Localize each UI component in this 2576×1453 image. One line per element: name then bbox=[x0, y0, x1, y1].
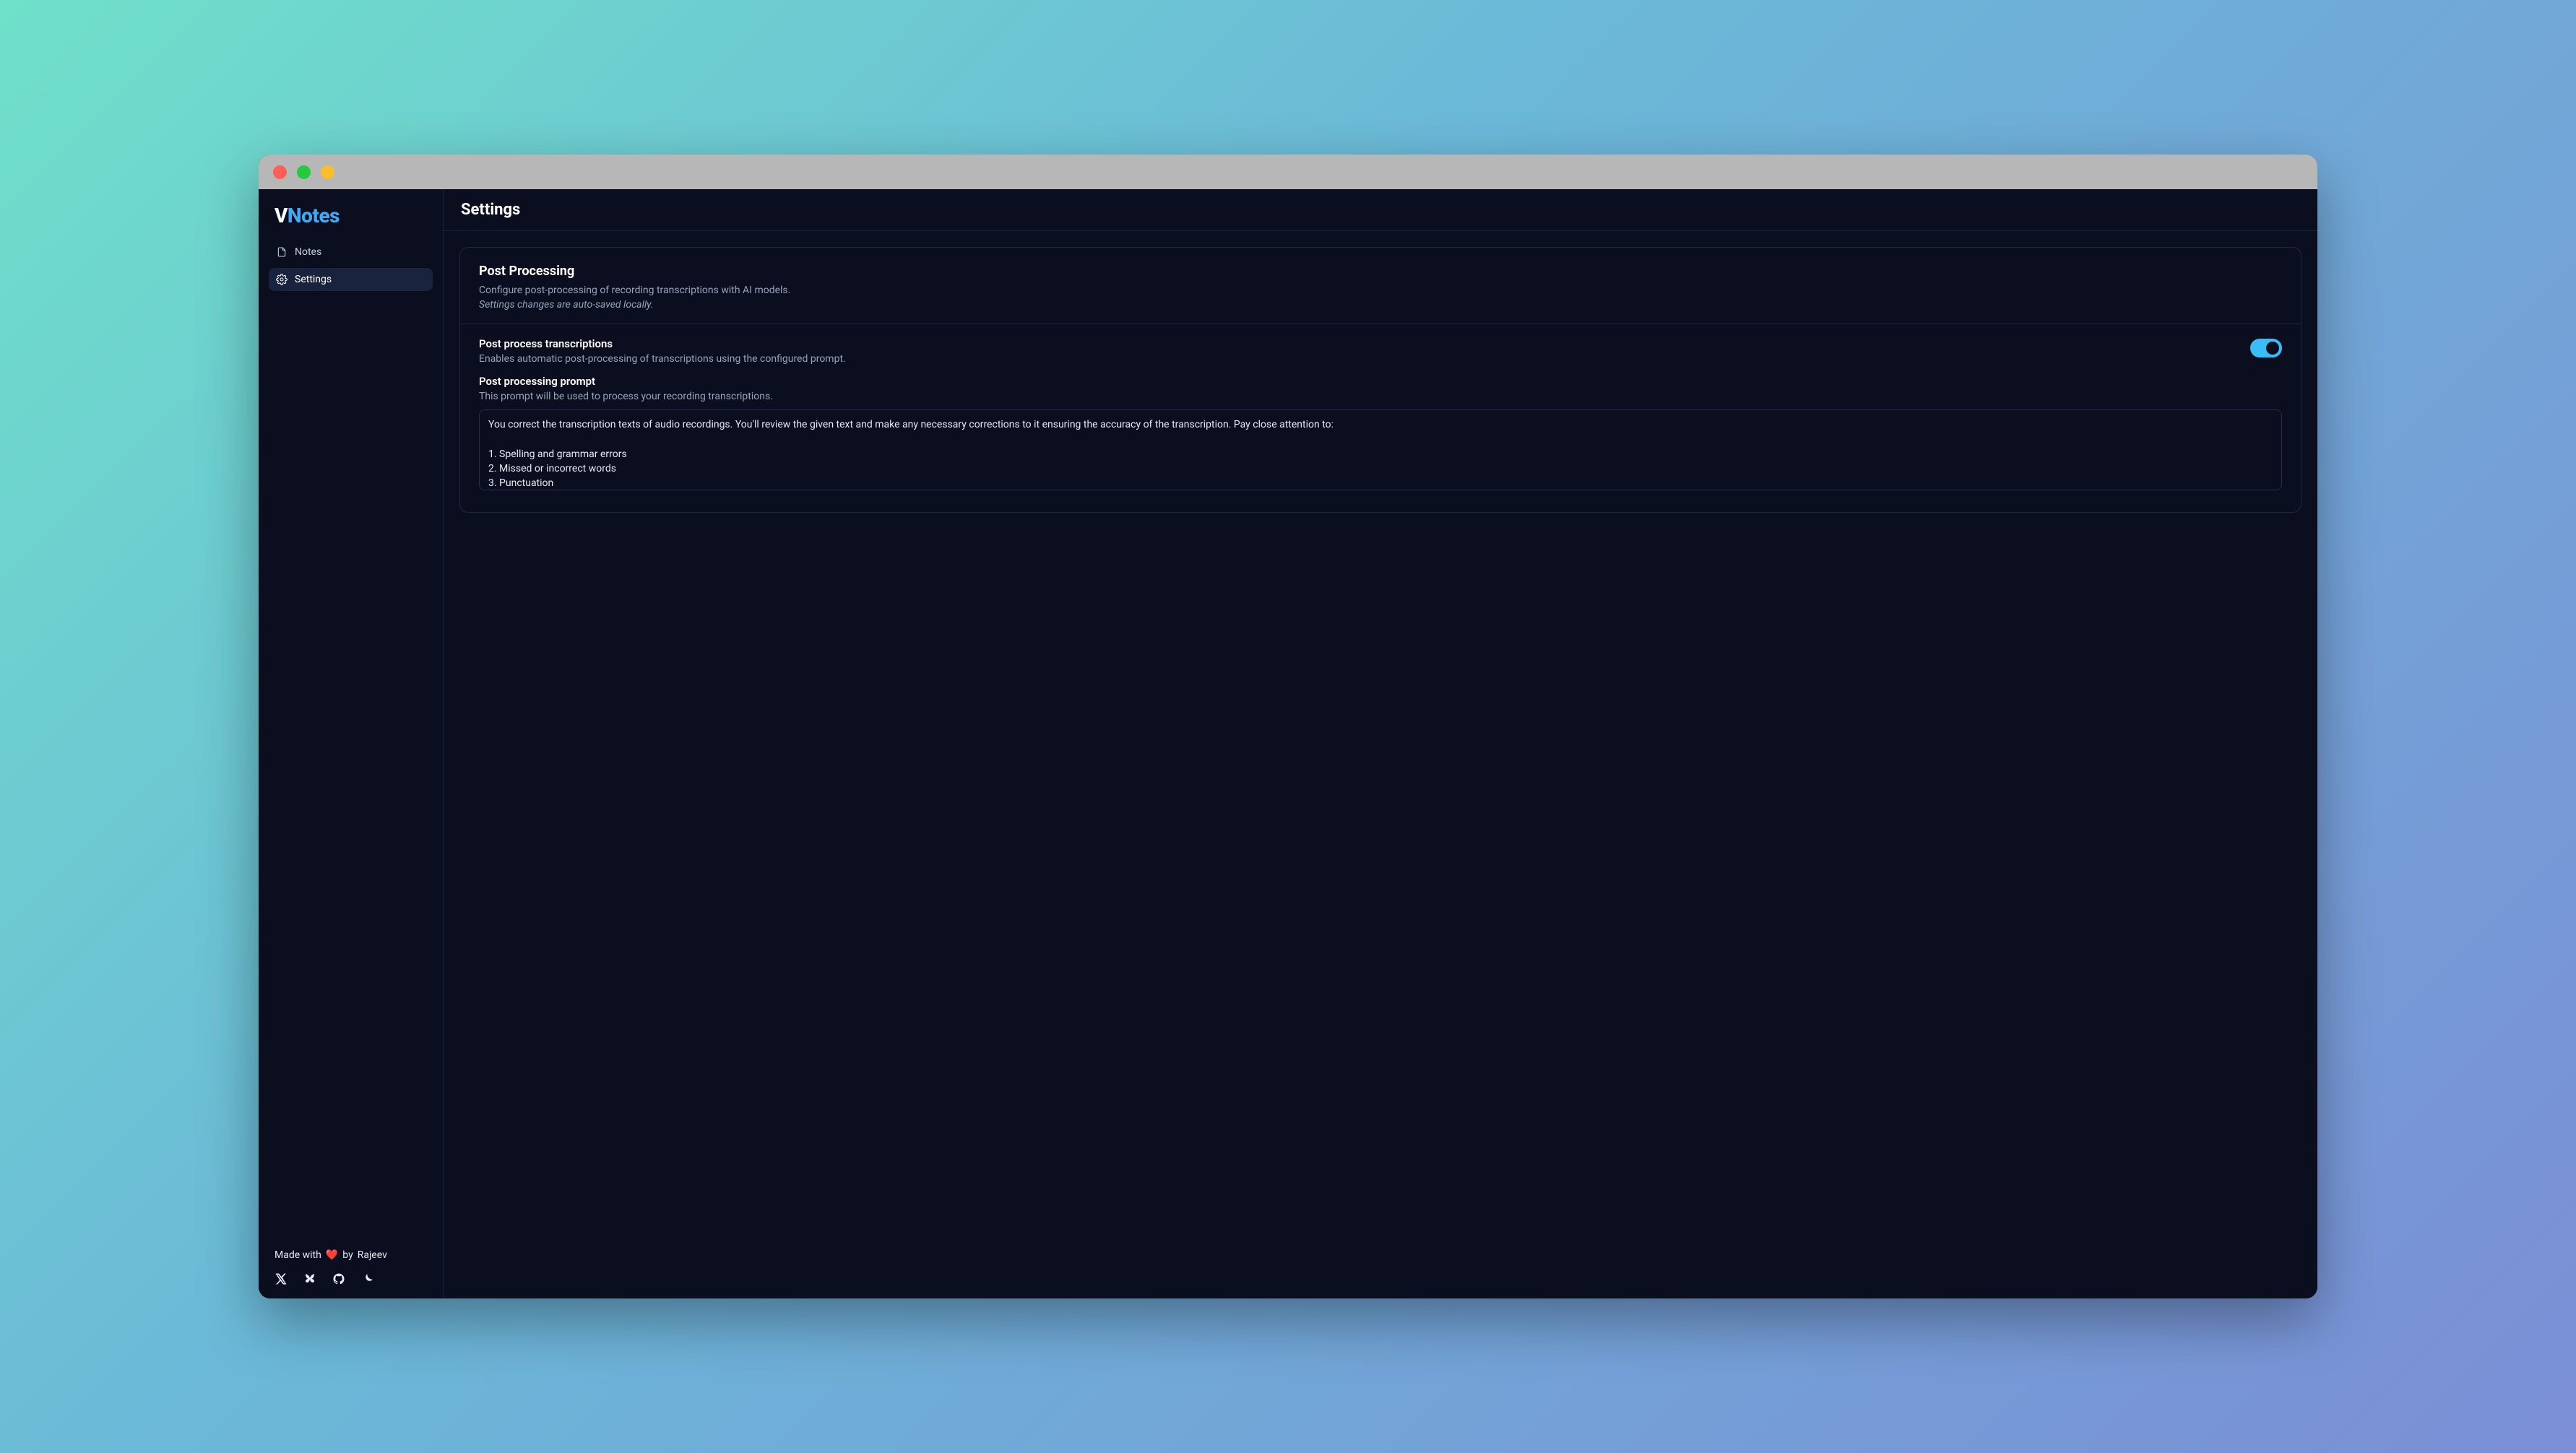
github-icon[interactable] bbox=[332, 1272, 345, 1285]
butterfly-icon[interactable] bbox=[303, 1272, 316, 1285]
card-header: Post Processing Configure post-processin… bbox=[460, 248, 2301, 324]
prompt-textarea[interactable] bbox=[479, 409, 2282, 490]
sidebar-item-notes[interactable]: Notes bbox=[269, 240, 433, 264]
window-close-button[interactable] bbox=[273, 165, 287, 179]
credits-author: Rajeev bbox=[358, 1249, 387, 1261]
window-maximize-button[interactable] bbox=[321, 165, 334, 179]
content-area: Post Processing Configure post-processin… bbox=[444, 231, 2317, 529]
toggle-label: Post process transcriptions bbox=[479, 337, 2233, 350]
social-links bbox=[275, 1272, 427, 1285]
prompt-setting: Post processing prompt This prompt will … bbox=[479, 375, 2282, 493]
main-header: Settings bbox=[444, 189, 2317, 231]
prompt-label: Post processing prompt bbox=[479, 375, 2282, 388]
post-process-toggle[interactable] bbox=[2250, 339, 2282, 357]
document-icon bbox=[276, 246, 288, 258]
app-window: VNotes Notes Settings bbox=[259, 155, 2317, 1298]
post-processing-card: Post Processing Configure post-processin… bbox=[459, 247, 2301, 513]
credits-by: by bbox=[342, 1249, 353, 1261]
credits-prefix: Made with bbox=[275, 1249, 321, 1261]
sidebar-nav: Notes Settings bbox=[269, 240, 433, 291]
app-logo: VNotes bbox=[269, 202, 433, 240]
page-title: Settings bbox=[461, 201, 2300, 219]
card-description: Configure post-processing of recording t… bbox=[479, 285, 2282, 296]
x-icon[interactable] bbox=[275, 1272, 288, 1285]
sidebar-item-settings[interactable]: Settings bbox=[269, 268, 433, 291]
titlebar bbox=[259, 155, 2317, 189]
prompt-sub: This prompt will be used to process your… bbox=[479, 391, 2282, 402]
logo-suffix: Notes bbox=[288, 204, 340, 227]
sidebar: VNotes Notes Settings bbox=[259, 189, 444, 1298]
sidebar-item-label: Notes bbox=[295, 246, 321, 258]
card-body: Post process transcriptions Enables auto… bbox=[460, 324, 2301, 512]
toggle-knob bbox=[2266, 342, 2279, 355]
heart-icon: ❤️ bbox=[326, 1249, 338, 1261]
toggle-sub: Enables automatic post-processing of tra… bbox=[479, 353, 2233, 365]
moon-icon[interactable] bbox=[361, 1272, 374, 1285]
card-title: Post Processing bbox=[479, 264, 2282, 279]
logo-prefix: V bbox=[275, 204, 288, 227]
window-minimize-button[interactable] bbox=[297, 165, 311, 179]
gear-icon bbox=[276, 274, 288, 285]
card-note: Settings changes are auto-saved locally. bbox=[479, 299, 2282, 311]
sidebar-footer: Made with ❤️ by Rajeev bbox=[269, 1245, 433, 1285]
toggle-setting-row: Post process transcriptions Enables auto… bbox=[479, 337, 2282, 365]
credits-line: Made with ❤️ by Rajeev bbox=[275, 1249, 427, 1261]
sidebar-item-label: Settings bbox=[295, 274, 332, 285]
main-panel: Settings Post Processing Configure post-… bbox=[444, 189, 2317, 1298]
